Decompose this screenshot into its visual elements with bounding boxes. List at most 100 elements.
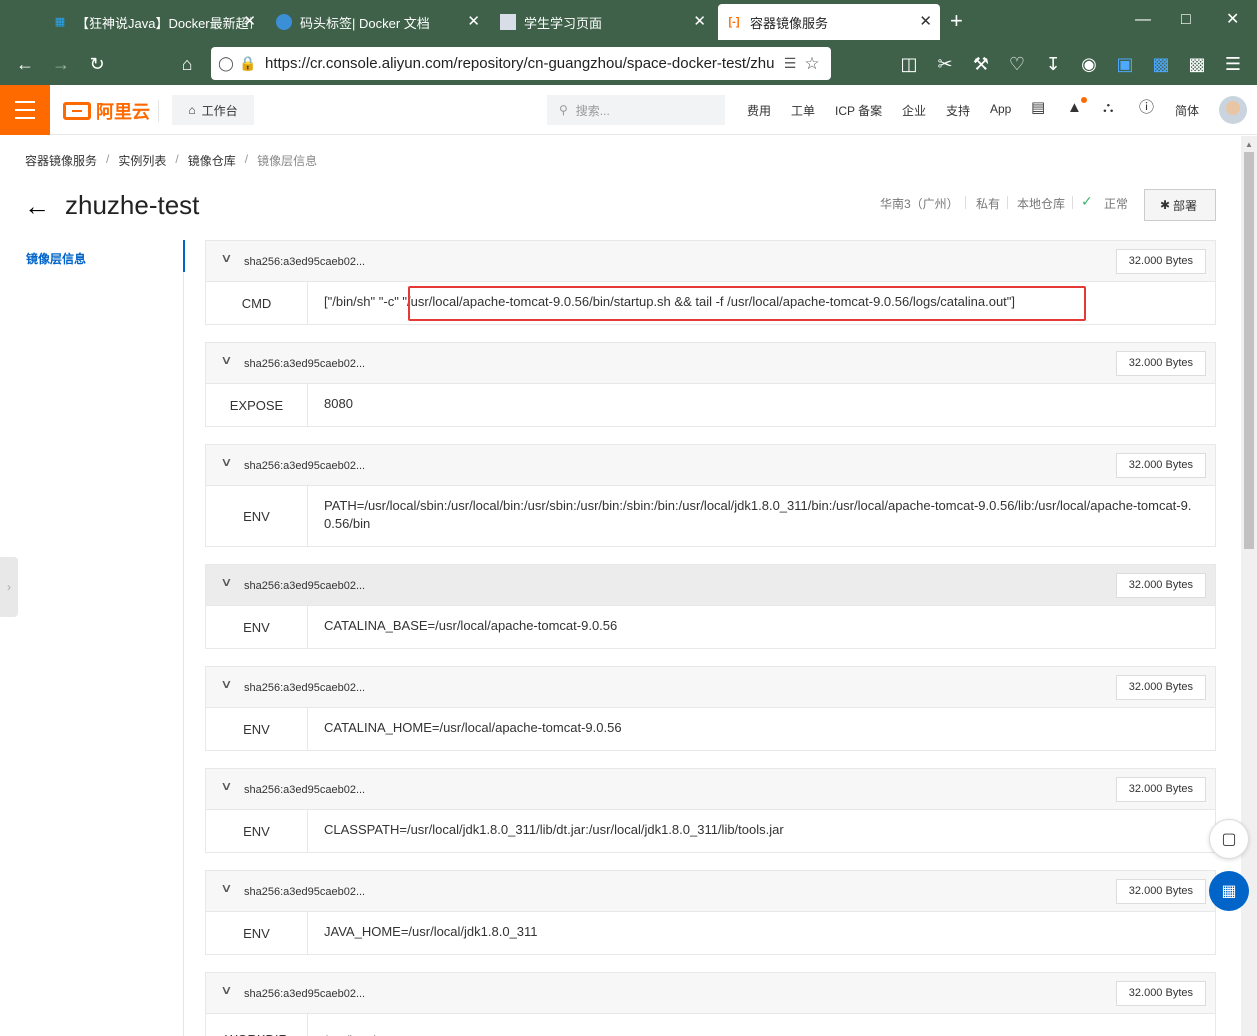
layer-header[interactable]: ∨ sha256:a3ed95caeb02... 32.000 Bytes — [206, 565, 1215, 605]
chevron-down-icon[interactable]: ∨ — [220, 353, 232, 367]
terminal-icon[interactable]: ▤ — [1031, 99, 1045, 117]
app-menu-icon[interactable]: ☰ — [1222, 54, 1244, 74]
shield-icon[interactable]: ◯ — [215, 55, 237, 72]
browser-tab-2[interactable]: 码头标签| Docker 文档 ✕ — [268, 4, 488, 40]
layer-size-badge: 32.000 Bytes — [1115, 777, 1206, 802]
close-tab-icon[interactable]: ✕ — [243, 13, 256, 31]
crop-icon[interactable]: ▣ — [1114, 54, 1136, 74]
language-switch[interactable]: 简体 — [1175, 102, 1199, 119]
chevron-down-icon[interactable]: ∨ — [220, 455, 232, 469]
wrench-icon[interactable]: ⚒ — [970, 54, 992, 74]
browser-tab-4[interactable]: [-] 容器镜像服务 ✕ — [718, 4, 940, 40]
home-icon[interactable]: ⌂ — [176, 54, 198, 74]
nav-enterprise[interactable]: 企业 — [902, 102, 926, 119]
layer-header[interactable]: ∨ sha256:a3ed95caeb02... 32.000 Bytes — [206, 343, 1215, 383]
layer-card: ∨ sha256:a3ed95caeb02... 32.000 Bytes EX… — [205, 342, 1216, 427]
deploy-button[interactable]: ✱ 部署 — [1144, 189, 1216, 221]
layer-instruction: ENV — [206, 708, 308, 750]
nav-app[interactable]: App — [990, 102, 1011, 116]
nav-fees[interactable]: 费用 — [747, 102, 771, 119]
browser-tab-1[interactable]: ▦ 【狂神说Java】Docker最新超详 ✕ — [44, 4, 264, 40]
layer-header[interactable]: ∨ sha256:a3ed95caeb02... 32.000 Bytes — [206, 769, 1215, 809]
chevron-down-icon[interactable]: ∨ — [220, 575, 232, 589]
page-title: zhuzhe-test — [65, 190, 200, 220]
console-header: 阿里云 ⌂ 工作台 ⚲ 搜索... 费用 工单 ICP 备案 企业 支持 App… — [0, 85, 1257, 135]
layer-body: ENV CLASSPATH=/usr/local/jdk1.8.0_311/li… — [206, 809, 1215, 852]
pocket-icon[interactable]: ♡ — [1006, 54, 1028, 74]
layer-instruction: CMD — [206, 282, 308, 324]
chevron-down-icon[interactable]: ∨ — [220, 677, 232, 691]
close-tab-icon[interactable]: ✕ — [919, 13, 932, 31]
layer-command: CATALINA_HOME=/usr/local/apache-tomcat-9… — [324, 720, 622, 735]
apps-grid-icon[interactable]: ▦ — [1209, 871, 1249, 911]
region-label: 华南3（广州） — [880, 197, 959, 211]
back-icon[interactable]: ← — [14, 54, 36, 74]
bookmark-star-icon[interactable]: ☆ — [801, 54, 823, 74]
workbench-label: 工作台 — [201, 103, 238, 118]
breadcrumb-item[interactable]: 实例列表 — [118, 152, 166, 169]
hamburger-menu-icon[interactable] — [0, 85, 50, 135]
new-tab-button[interactable]: + — [950, 10, 963, 32]
translate-icon[interactable]: ☰ — [779, 55, 801, 72]
download-icon[interactable]: ↧ — [1042, 54, 1064, 74]
browser-tab-3[interactable]: 学生学习页面 ✕ — [492, 4, 714, 40]
collapse-handle[interactable]: › — [0, 557, 18, 617]
check-icon: ✓ — [1081, 193, 1093, 209]
status-label: 正常 — [1104, 197, 1129, 211]
main-content: 容器镜像服务 / 实例列表 / 镜像仓库 / 镜像层信息 ← zhuzhe-te… — [0, 136, 1241, 1036]
address-bar[interactable]: ◯ 🔒 https://cr.console.aliyun.com/reposi… — [211, 47, 831, 80]
extension-icon[interactable]: ◫ — [898, 54, 920, 74]
aliyun-logo[interactable]: 阿里云 — [63, 98, 150, 124]
sidebar-item-layer-info[interactable]: 镜像层信息 — [26, 250, 86, 267]
avatar[interactable] — [1219, 96, 1247, 124]
layer-header[interactable]: ∨ sha256:a3ed95caeb02... 32.000 Bytes — [206, 667, 1215, 707]
lock-icon[interactable]: 🔒 — [237, 55, 259, 72]
reload-icon[interactable]: ↻ — [86, 54, 108, 74]
bell-icon[interactable]: ▲ — [1067, 99, 1082, 117]
sidebar-divider — [183, 240, 184, 1036]
logo-text: 阿里云 — [96, 102, 150, 122]
close-tab-icon[interactable]: ✕ — [693, 13, 706, 31]
layer-header[interactable]: ∨ sha256:a3ed95caeb02... 32.000 Bytes — [206, 871, 1215, 911]
search-input[interactable]: ⚲ 搜索... — [547, 95, 725, 125]
screenshot-icon[interactable]: ✂ — [934, 54, 956, 74]
workbench-button[interactable]: ⌂ 工作台 — [172, 95, 254, 125]
layer-body: ENV JAVA_HOME=/usr/local/jdk1.8.0_311 — [206, 911, 1215, 954]
close-tab-icon[interactable]: ✕ — [467, 13, 480, 31]
chevron-down-icon[interactable]: ∨ — [220, 251, 232, 265]
layer-instruction: WORKDIR — [206, 1014, 308, 1036]
layer-command: PATH=/usr/local/sbin:/usr/local/bin:/usr… — [324, 498, 1192, 531]
layer-size-badge: 32.000 Bytes — [1115, 249, 1206, 274]
minimize-icon[interactable]: — — [1135, 10, 1151, 30]
browser-toolbar: ← → ↻ ⌂ ◯ 🔒 https://cr.console.aliyun.co… — [0, 44, 1257, 85]
close-window-icon[interactable]: ✕ — [1226, 10, 1239, 30]
bilibili-icon: ▦ — [54, 16, 66, 28]
nav-ticket[interactable]: 工单 — [791, 102, 815, 119]
layer-command: 8080 — [324, 396, 353, 411]
nav-icp[interactable]: ICP 备案 — [835, 102, 882, 119]
forward-icon[interactable]: → — [50, 54, 72, 74]
layer-command: CATALINA_BASE=/usr/local/apache-tomcat-9… — [324, 618, 618, 633]
layer-header[interactable]: ∨ sha256:a3ed95caeb02... 32.000 Bytes — [206, 973, 1215, 1013]
breadcrumb-item[interactable]: 容器镜像服务 — [25, 152, 97, 169]
layer-header[interactable]: ∨ sha256:a3ed95caeb02... 32.000 Bytes — [206, 445, 1215, 485]
layer-instruction: EXPOSE — [206, 384, 308, 426]
layer-size-badge: 32.000 Bytes — [1115, 453, 1206, 478]
scroll-up-icon[interactable]: ▲ — [1245, 140, 1253, 149]
maximize-icon[interactable]: □ — [1181, 10, 1191, 30]
breadcrumb-item[interactable]: 镜像仓库 — [188, 152, 236, 169]
chevron-down-icon[interactable]: ∨ — [220, 779, 232, 793]
translate-extension-icon[interactable]: ▩ — [1150, 54, 1172, 74]
help-icon[interactable]: ⓘ — [1139, 99, 1154, 117]
reader-extension-icon[interactable]: ▩ — [1186, 54, 1208, 74]
chevron-down-icon[interactable]: ∨ — [220, 881, 232, 895]
chat-feedback-icon[interactable]: ▢ — [1209, 819, 1249, 859]
scrollbar-thumb[interactable] — [1244, 152, 1254, 549]
chevron-down-icon[interactable]: ∨ — [220, 983, 232, 997]
nav-support[interactable]: 支持 — [946, 102, 970, 119]
cart-icon[interactable]: ⛬ — [1103, 99, 1114, 117]
profile-extension-icon[interactable]: ◉ — [1078, 54, 1100, 74]
back-arrow-icon[interactable]: ← — [24, 193, 50, 219]
url-text[interactable]: https://cr.console.aliyun.com/repository… — [265, 55, 775, 72]
layer-header[interactable]: ∨ sha256:a3ed95caeb02... 32.000 Bytes — [206, 241, 1215, 281]
